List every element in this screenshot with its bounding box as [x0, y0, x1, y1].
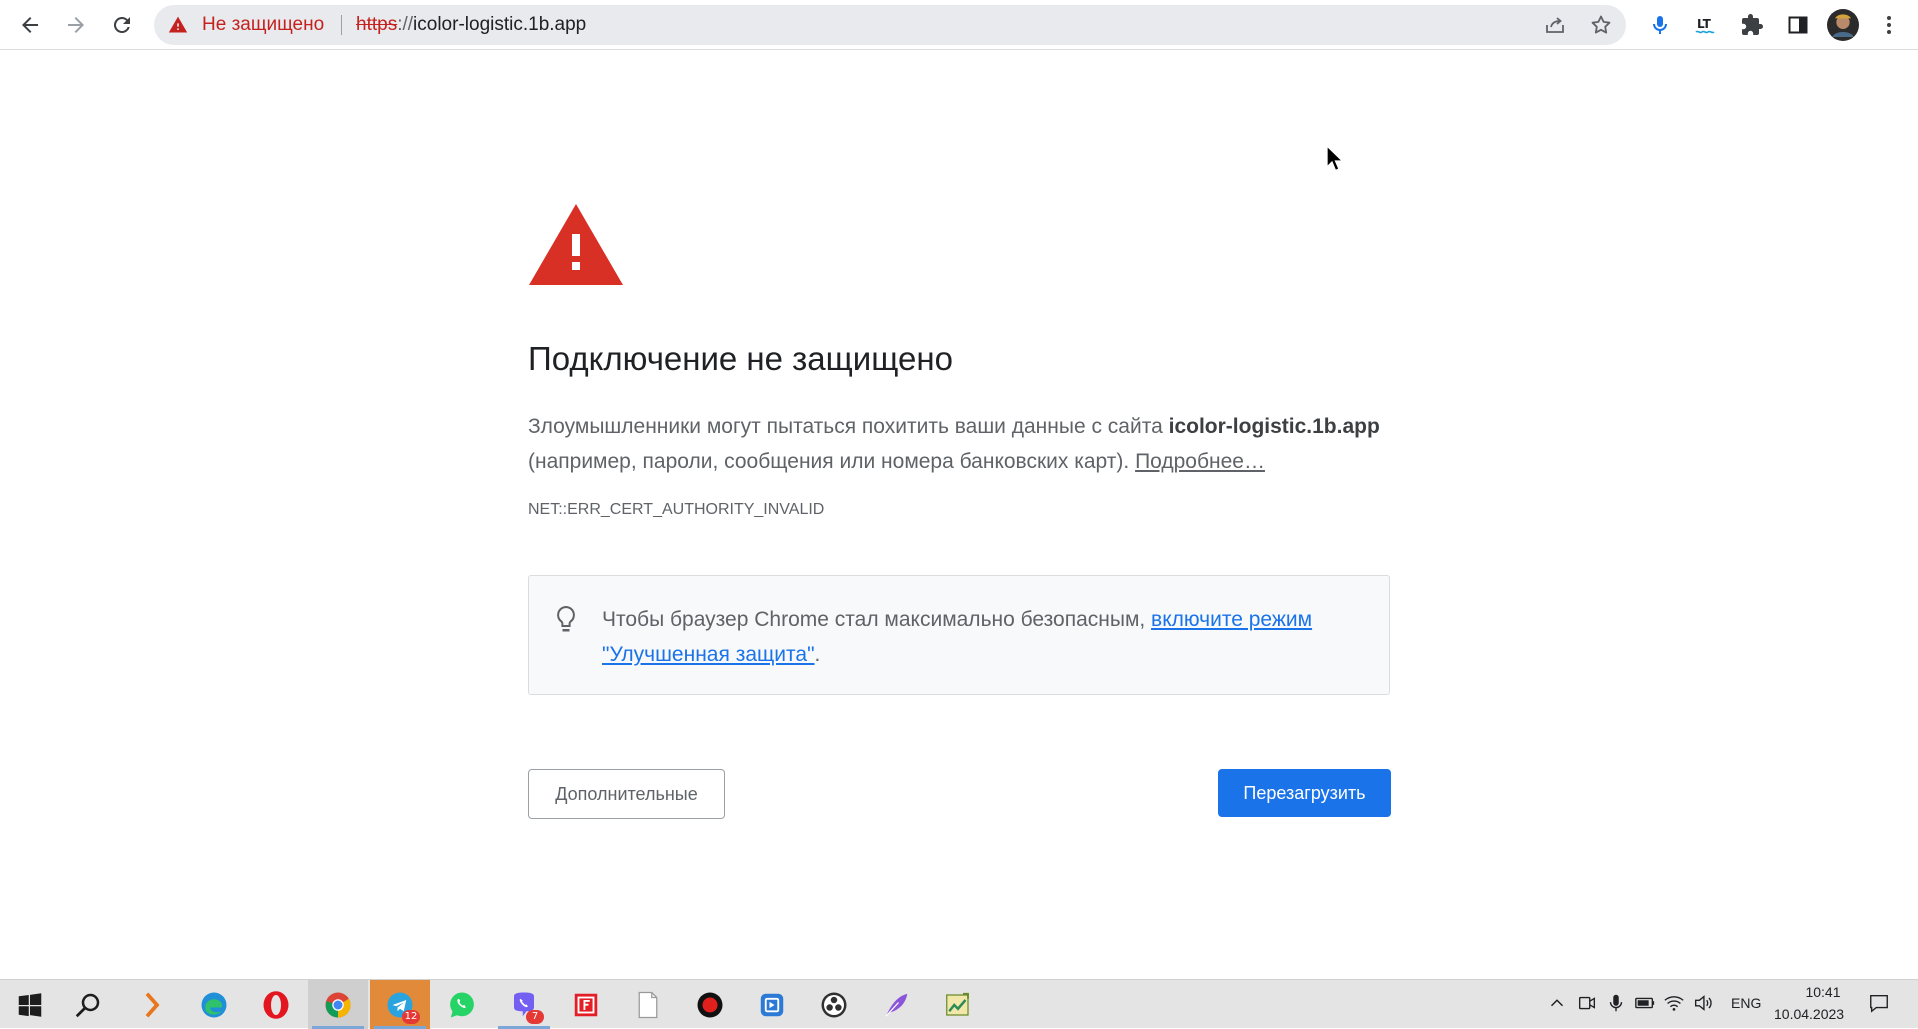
address-bar[interactable]: Не защищено https://icolor-logistic.1b.a… [154, 5, 1626, 45]
lt-extension-icon: LT [1695, 17, 1715, 34]
microphone-icon [1653, 16, 1667, 34]
taskbar-chrome[interactable] [308, 980, 368, 1029]
warning-triangle-icon [529, 204, 623, 285]
voice-search-button[interactable] [1640, 5, 1680, 45]
tray-meet-icon[interactable] [1576, 992, 1598, 1014]
chrome-icon [325, 992, 351, 1018]
reload-page-button[interactable]: Перезагрузить [1218, 769, 1391, 817]
forward-arrow-icon [68, 17, 84, 33]
learn-more-link[interactable]: Подробнее… [1135, 450, 1265, 473]
back-arrow-icon [22, 17, 38, 33]
warning-triangle-icon [168, 16, 188, 33]
lt-extension-button[interactable]: LT [1686, 5, 1726, 45]
tray-time[interactable]: 10:41 [1793, 984, 1853, 1000]
tray-volume-icon[interactable] [1692, 992, 1714, 1014]
error-code: NET::ERR_CERT_AUTHORITY_INVALID [528, 501, 825, 518]
search-button[interactable] [58, 980, 118, 1029]
taskbar-obs[interactable] [804, 980, 864, 1029]
viber-badge: 7 [526, 1010, 544, 1024]
windows-start-icon [18, 992, 42, 1017]
message-host: icolor-logistic.1b.app [1168, 415, 1380, 438]
puzzle-extensions-icon [1742, 14, 1763, 35]
advanced-button[interactable]: Дополнительные [528, 769, 725, 819]
url-host: icolor-logistic.1b.app [413, 14, 587, 35]
security-label: Не защищено [202, 14, 325, 35]
record-icon [697, 992, 723, 1017]
main-message: Злоумышленники могут пытаться похитить в… [528, 409, 1398, 479]
opera-icon [263, 990, 289, 1019]
profile-avatar [1827, 9, 1859, 41]
notification-center-icon[interactable] [1868, 992, 1890, 1014]
notepad-file-icon [638, 991, 658, 1018]
tray-microphone-icon[interactable] [1605, 992, 1627, 1014]
taskbar-video-editor[interactable] [742, 980, 802, 1029]
obs-icon [821, 992, 847, 1017]
browser-toolbar: Не защищено https://icolor-logistic.1b.a… [0, 0, 1918, 50]
page-title: Подключение не защищено [528, 340, 953, 377]
back-button[interactable] [10, 5, 50, 45]
tray-language[interactable]: ENG [1731, 995, 1761, 1011]
taskbar-chart-app[interactable] [928, 980, 988, 1029]
taskbar-feather-app[interactable] [866, 980, 926, 1029]
taskbar-arrow-app[interactable] [122, 980, 182, 1029]
taskbar-telegram[interactable]: 12 [370, 980, 430, 1029]
promo-suffix: . [814, 643, 821, 666]
more-vert-icon [1887, 16, 1891, 34]
enhanced-protection-promo: Чтобы браузер Chrome стал максимально бе… [528, 575, 1390, 695]
message-suffix: (например, пароли, сообщения или номера … [528, 450, 1136, 473]
extensions-button[interactable] [1732, 5, 1772, 45]
whatsapp-icon [450, 992, 474, 1017]
forward-button[interactable] [56, 5, 96, 45]
tray-battery-icon[interactable] [1634, 992, 1656, 1014]
message-prefix: Злоумышленники могут пытаться похитить в… [528, 415, 1169, 438]
menu-button[interactable] [1869, 5, 1909, 45]
share-icon[interactable] [1543, 13, 1567, 37]
lt-label: LT [1697, 17, 1712, 31]
feather-icon [885, 993, 908, 1017]
mouse-cursor-icon [1326, 145, 1345, 172]
taskbar-recorder[interactable] [680, 980, 740, 1029]
taskbar-viber[interactable]: 7 [494, 980, 554, 1029]
promo-text: Чтобы браузер Chrome стал максимально бе… [602, 602, 1362, 672]
url-separator: :// [397, 14, 414, 35]
reload-button[interactable] [102, 5, 142, 45]
chart-app-icon [946, 992, 969, 1016]
taskbar-edge[interactable] [184, 980, 244, 1029]
side-panel-button[interactable] [1778, 5, 1818, 45]
url-scheme: https [356, 14, 398, 35]
arrow-app-icon [145, 992, 160, 1017]
lightbulb-icon [557, 605, 575, 632]
tray-date[interactable]: 10.04.2023 [1774, 1006, 1844, 1022]
taskbar-opera[interactable] [246, 980, 306, 1029]
taskbar: 12 7 ENG 10:41 10.04.2023 [0, 979, 1918, 1029]
star-icon[interactable] [1589, 13, 1613, 37]
taskbar-notepad[interactable] [618, 980, 678, 1029]
tray-chevron-up-icon[interactable] [1546, 992, 1568, 1014]
telegram-badge: 12 [402, 1010, 420, 1024]
taskbar-whatsapp[interactable] [432, 980, 492, 1029]
search-icon [75, 993, 100, 1017]
taskbar-filmora[interactable] [556, 980, 616, 1029]
url-text[interactable]: https://icolor-logistic.1b.app [356, 5, 586, 45]
reload-icon [113, 16, 130, 33]
promo-prefix: Чтобы браузер Chrome стал максимально бе… [602, 608, 1152, 631]
edge-icon [201, 992, 227, 1017]
tray-wifi-icon[interactable] [1663, 992, 1685, 1014]
video-editor-icon [760, 993, 784, 1016]
omnibox-divider [341, 15, 342, 35]
start-button[interactable] [0, 980, 60, 1029]
security-chip[interactable]: Не защищено [168, 5, 324, 45]
side-panel-icon [1788, 16, 1808, 34]
profile-button[interactable] [1823, 5, 1863, 45]
filmora-icon [574, 993, 598, 1016]
